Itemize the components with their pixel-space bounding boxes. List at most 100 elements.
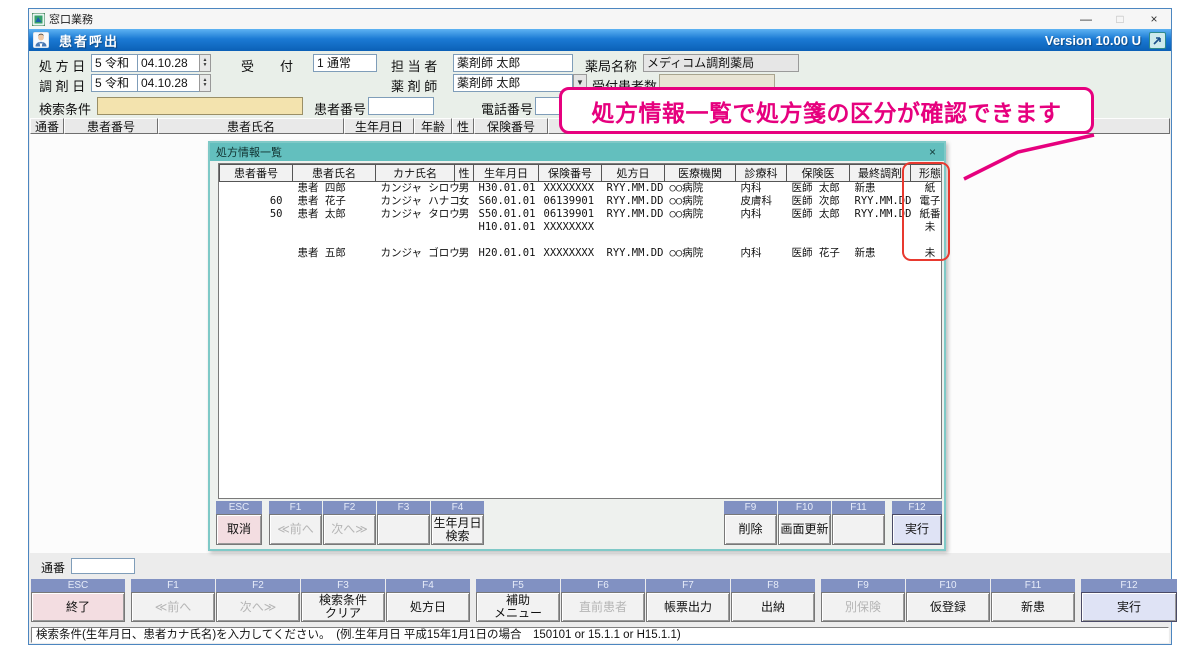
- cell: 紙番: [911, 208, 943, 221]
- serial-input[interactable]: [71, 558, 135, 574]
- fkey-esc-button[interactable]: 終了: [31, 592, 125, 622]
- annotation-pointer-line: [954, 127, 1104, 187]
- fkey-f12-key-label: F12: [1081, 579, 1177, 592]
- cell: [220, 221, 293, 234]
- fkey-f5-button[interactable]: 補助 メニュー: [476, 592, 560, 622]
- window-title: 窓口業務: [49, 11, 93, 27]
- prescription-row[interactable]: H10.01.01XXXXXXXX未: [220, 221, 943, 234]
- fkey-f4-button[interactable]: 処方日: [386, 592, 470, 622]
- fkey-f3-button[interactable]: 検索条件 クリア: [301, 592, 385, 622]
- minimize-button[interactable]: —: [1069, 10, 1103, 29]
- serial-row: 通番: [29, 553, 1171, 579]
- app-window: 窓口業務 — □ × 患者呼出 Version 10.00 U 処 方 日 5 …: [28, 8, 1172, 645]
- cell: 未: [911, 247, 943, 260]
- cell: [293, 221, 376, 234]
- prescription-date-spinner-icon[interactable]: ▲▼: [199, 54, 211, 72]
- search-condition-input[interactable]: [97, 97, 303, 115]
- cell: 医師 次郎: [787, 195, 850, 208]
- main-col-header: 生年月日: [344, 118, 414, 134]
- cell: [787, 234, 850, 247]
- reception-field[interactable]: 1 通常: [313, 54, 377, 72]
- maximize-button[interactable]: □: [1103, 10, 1137, 29]
- cell: カンジャ タロウ: [376, 208, 455, 221]
- cell: 患者 五郎: [293, 247, 376, 260]
- cell: RYY.MM.DD: [602, 195, 665, 208]
- cell: [539, 234, 602, 247]
- cell: [911, 234, 943, 247]
- modal-col-header: 最終調剤: [850, 165, 911, 182]
- fkey-f11-button[interactable]: 新患: [991, 592, 1075, 622]
- cell: ○○病院: [665, 208, 736, 221]
- prescription-row[interactable]: 60患者 花子カンジャ ハナコ女S60.01.0106139901RYY.MM.…: [220, 195, 943, 208]
- fkey-f1-key-label: F1: [131, 579, 215, 592]
- modal-col-header: 患者番号: [220, 165, 293, 182]
- cell: [665, 234, 736, 247]
- cell: RYY.MM.DD: [850, 195, 911, 208]
- cell: RYY.MM.DD: [602, 208, 665, 221]
- modal-fkey-f1-button: ≪前へ: [269, 514, 322, 545]
- modal-fkey-f4-key-label: F4: [431, 501, 484, 514]
- cell: 50: [220, 208, 293, 221]
- modal-fkey-f9-button[interactable]: 削除: [724, 514, 777, 545]
- dialog-title: 処方情報一覧: [216, 144, 282, 160]
- fkey-esc-key-label: ESC: [31, 579, 125, 592]
- cell: 未: [911, 221, 943, 234]
- fkey-f2-key-label: F2: [216, 579, 300, 592]
- fkey-f9-key-label: F9: [821, 579, 905, 592]
- window-titlebar: 窓口業務 — □ ×: [29, 9, 1171, 30]
- fkey-f8-key-label: F8: [731, 579, 815, 592]
- app-icon: [32, 13, 45, 26]
- fkey-f6-key-label: F6: [561, 579, 645, 592]
- modal-fkey-f12-button[interactable]: 実行: [892, 514, 942, 545]
- fkey-f10-button[interactable]: 仮登録: [906, 592, 990, 622]
- close-button[interactable]: ×: [1137, 10, 1171, 29]
- cell: 患者 花子: [293, 195, 376, 208]
- modal-fkey-esc-key-label: ESC: [216, 501, 262, 514]
- cell: XXXXXXXX: [539, 247, 602, 260]
- modal-col-header: カナ氏名: [376, 165, 455, 182]
- fkey-f7-key-label: F7: [646, 579, 730, 592]
- dialog-close-icon[interactable]: ×: [929, 145, 936, 159]
- fkey-f8-button[interactable]: 出納: [731, 592, 815, 622]
- patient-number-input[interactable]: [368, 97, 434, 115]
- fkey-f1-button: ≪前へ: [131, 592, 215, 622]
- cell: H30.01.01: [474, 182, 539, 196]
- modal-col-header: 患者氏名: [293, 165, 376, 182]
- fkey-f7-button[interactable]: 帳票出力: [646, 592, 730, 622]
- cell: 医師 花子: [787, 247, 850, 260]
- prescription-row[interactable]: 患者 五郎カンジャ ゴロウ男H20.01.01XXXXXXXXRYY.MM.DD…: [220, 247, 943, 260]
- dispense-date-spinner-icon[interactable]: ▲▼: [199, 74, 211, 92]
- modal-fkey-esc-button[interactable]: 取消: [216, 514, 262, 545]
- page-title: 患者呼出: [59, 31, 119, 50]
- main-col-header: 患者氏名: [158, 118, 344, 134]
- cell: 医師 太郎: [787, 182, 850, 196]
- pharmacist-field[interactable]: 薬剤師 太郎: [453, 74, 573, 92]
- dispense-era-field[interactable]: 5 令和: [91, 74, 139, 92]
- pin-icon[interactable]: [1149, 32, 1166, 49]
- pharmacy-name-label: 薬局名称: [585, 56, 637, 75]
- modal-fkey-f2-button: 次へ≫: [323, 514, 376, 545]
- cell: [474, 234, 539, 247]
- prescription-row[interactable]: 患者 四郎カンジャ シロウ男H30.01.01XXXXXXXXRYY.MM.DD…: [220, 182, 943, 196]
- fkey-f12-button[interactable]: 実行: [1081, 592, 1177, 622]
- staff-field[interactable]: 薬剤師 太郎: [453, 54, 573, 72]
- cell: 内科: [736, 182, 787, 196]
- modal-fkey-f10-button[interactable]: 画面更新: [778, 514, 831, 545]
- cell: 新患: [850, 182, 911, 196]
- cell: 内科: [736, 208, 787, 221]
- reception-label: 受 付: [241, 56, 293, 75]
- modal-fkey-f4-button[interactable]: 生年月日 検索: [431, 514, 484, 545]
- modal-col-header: 保険医: [787, 165, 850, 182]
- dispense-date-field[interactable]: 04.10.28: [137, 74, 201, 92]
- window-controls: — □ ×: [1069, 10, 1171, 29]
- modal-fkey-f1-key-label: F1: [269, 501, 322, 514]
- pharmacy-name-field: メディコム調剤薬局: [643, 54, 799, 72]
- modal-fkey-f2-key-label: F2: [323, 501, 376, 514]
- prescription-table-box: 患者番号患者氏名カナ氏名性生年月日保険番号処方日医療機関診療科保険医最終調剤形態…: [218, 163, 942, 499]
- cell: [455, 234, 474, 247]
- prescription-era-field[interactable]: 5 令和: [91, 54, 139, 72]
- prescription-row[interactable]: 50患者 太郎カンジャ タロウ男S50.01.0106139901RYY.MM.…: [220, 208, 943, 221]
- prescription-date-field[interactable]: 04.10.28: [137, 54, 201, 72]
- main-col-header: 年齢: [414, 118, 452, 134]
- prescription-row[interactable]: [220, 234, 943, 247]
